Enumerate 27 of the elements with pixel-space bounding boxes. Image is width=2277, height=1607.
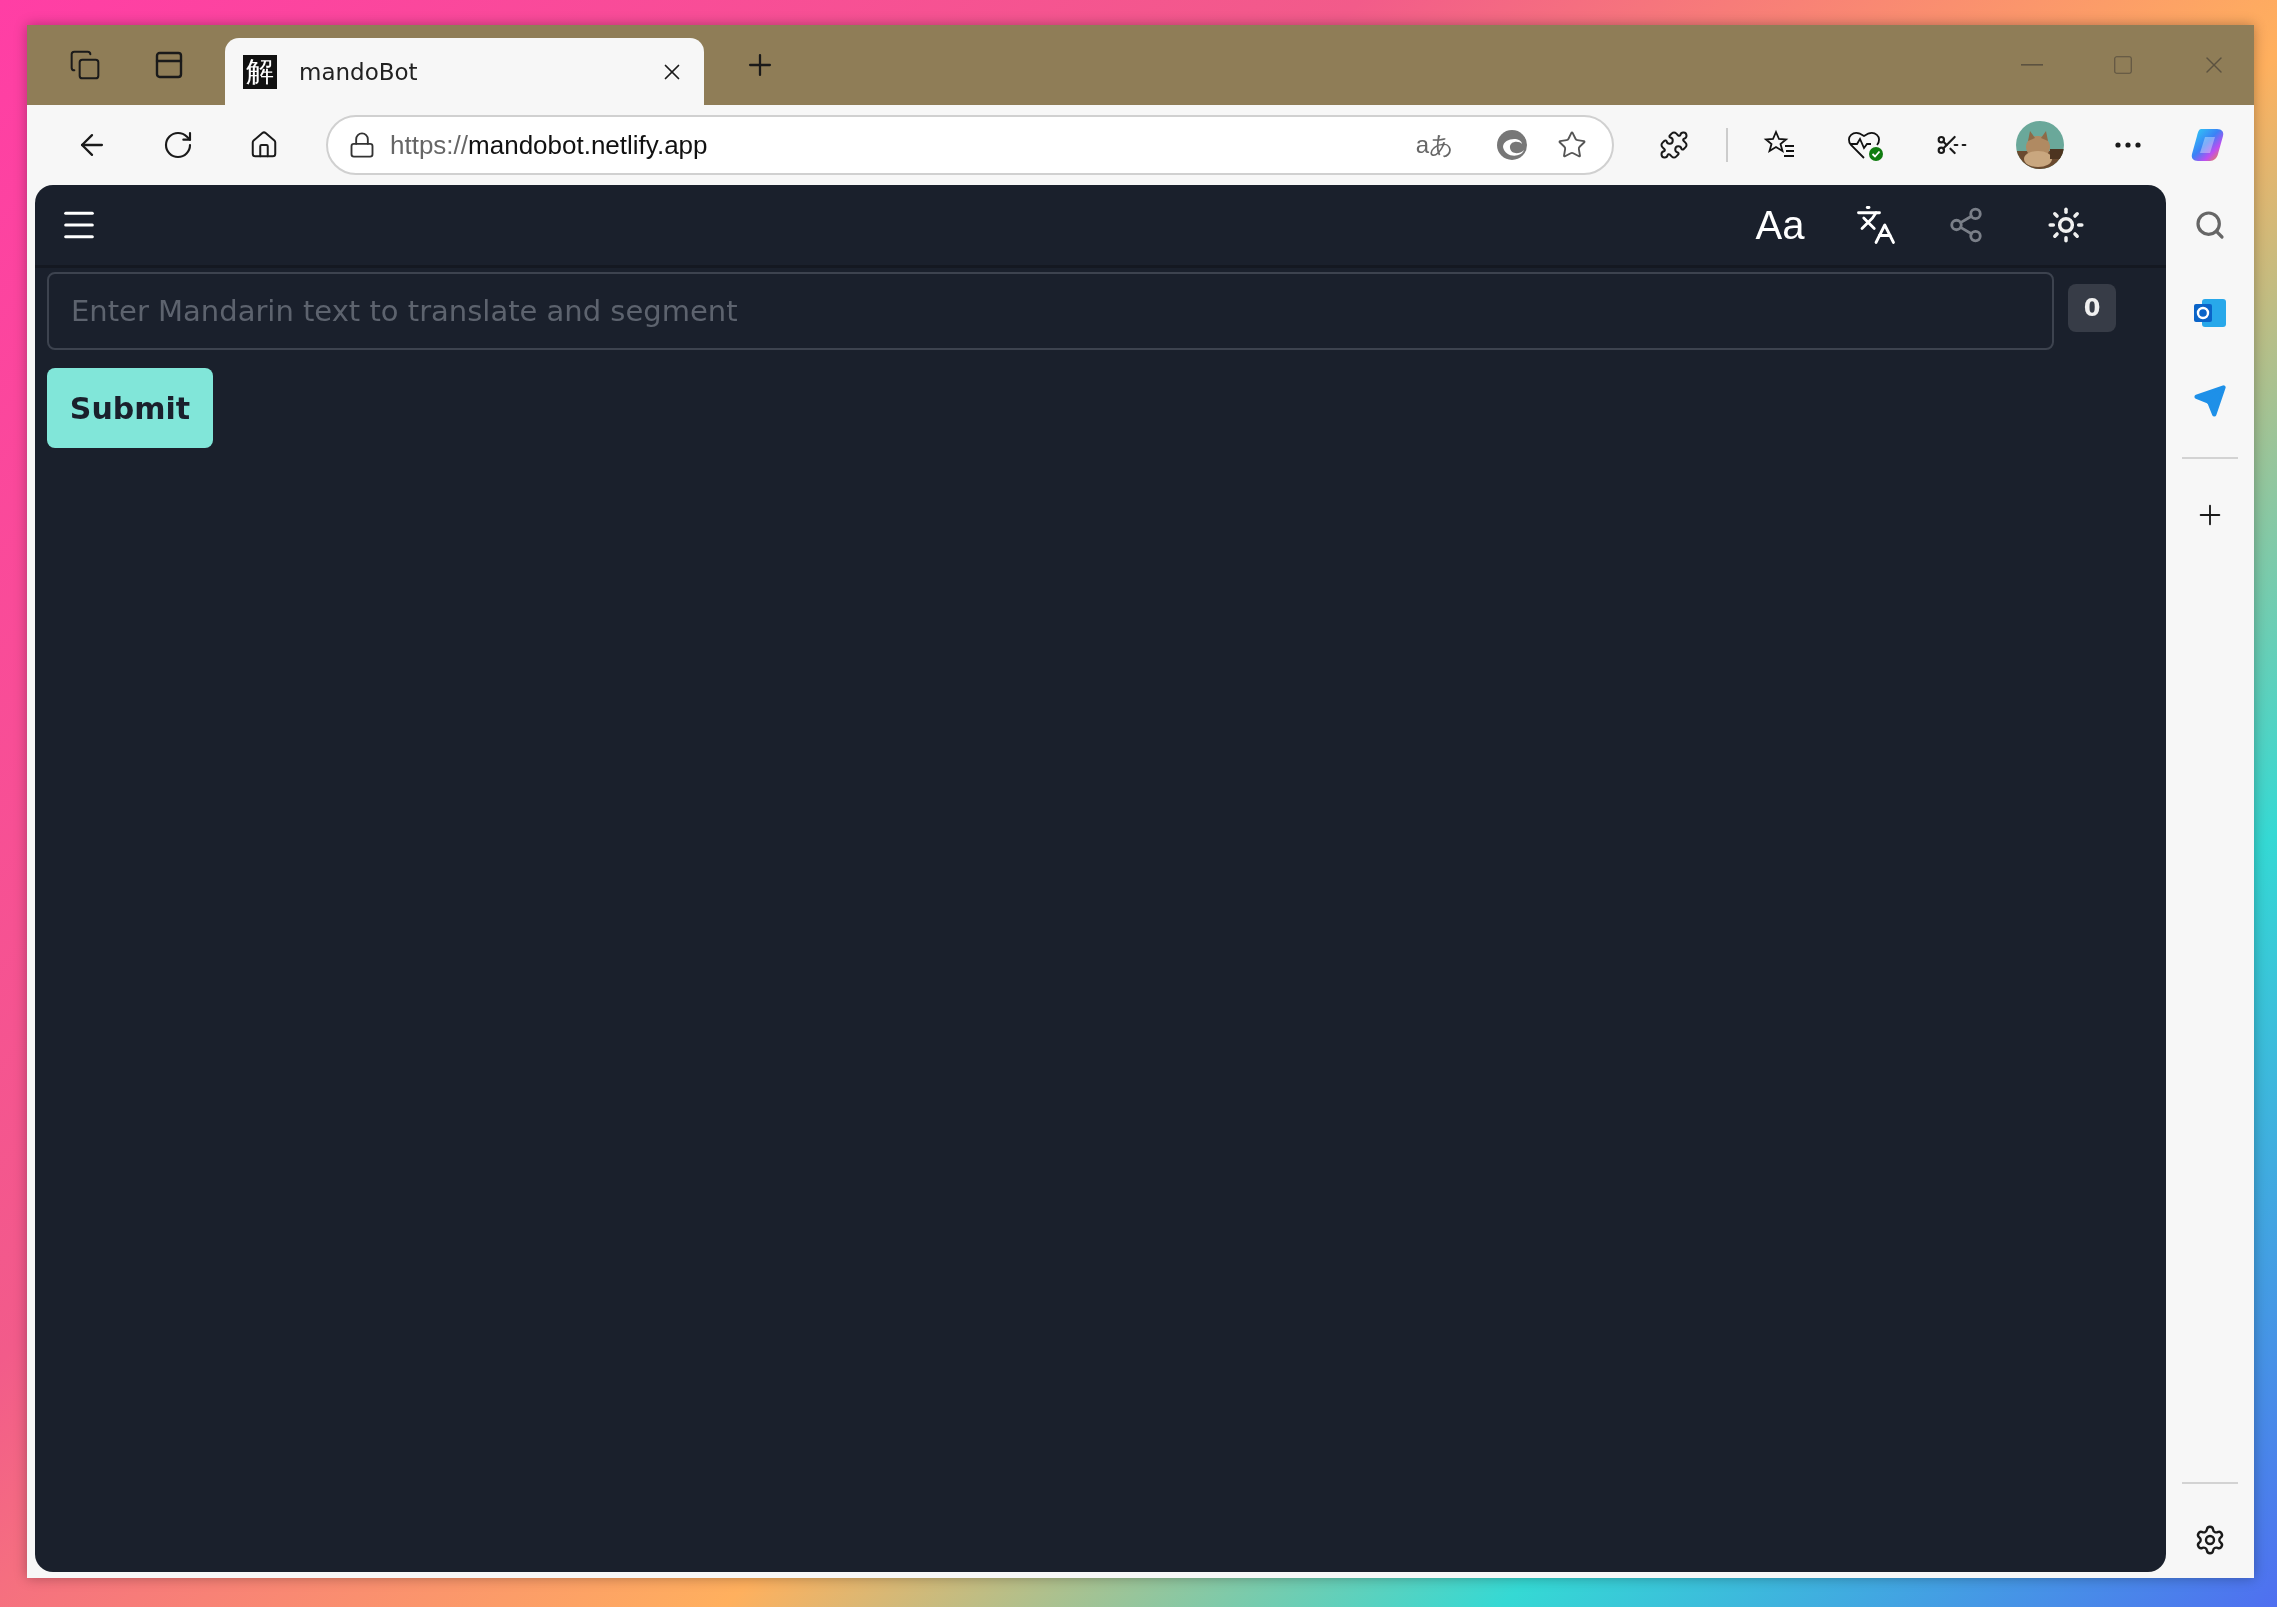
maximize-icon: [2112, 54, 2134, 76]
reload-icon: [162, 129, 194, 161]
text-input-field[interactable]: Enter Mandarin text to translate and segment: [47, 272, 2054, 350]
settings-icon: [2194, 1524, 2226, 1556]
minimize-icon: [2021, 64, 2043, 66]
address-bar[interactable]: https://mandobot.netlify.app aあ: [326, 115, 1614, 175]
star-icon: [1557, 130, 1587, 160]
paper-plane-icon: [2193, 384, 2227, 418]
tab-favicon: 解: [243, 54, 277, 89]
browser-tab[interactable]: 解 mandoBot: [225, 38, 704, 105]
font-button[interactable]: Aa: [1740, 195, 1820, 255]
lock-icon: [348, 131, 376, 159]
share-icon: [1947, 206, 1985, 244]
read-aloud-button[interactable]: aあ: [1405, 129, 1464, 161]
sun-icon: [2047, 206, 2085, 244]
submit-button[interactable]: Submit: [47, 368, 213, 448]
panel-icon: [153, 49, 185, 81]
more-icon: [2115, 142, 2141, 148]
swirl-logo-icon: [1495, 128, 1529, 162]
url-text: https://mandobot.netlify.app: [390, 129, 709, 161]
character-count: 0: [2068, 284, 2116, 332]
puzzle-icon: [1659, 130, 1689, 160]
translate-icon: [1855, 204, 1897, 246]
home-icon: [249, 130, 279, 160]
search-icon: [2194, 209, 2226, 241]
tab-title: mandoBot: [299, 58, 419, 85]
stacked-squares-icon: [69, 49, 101, 81]
